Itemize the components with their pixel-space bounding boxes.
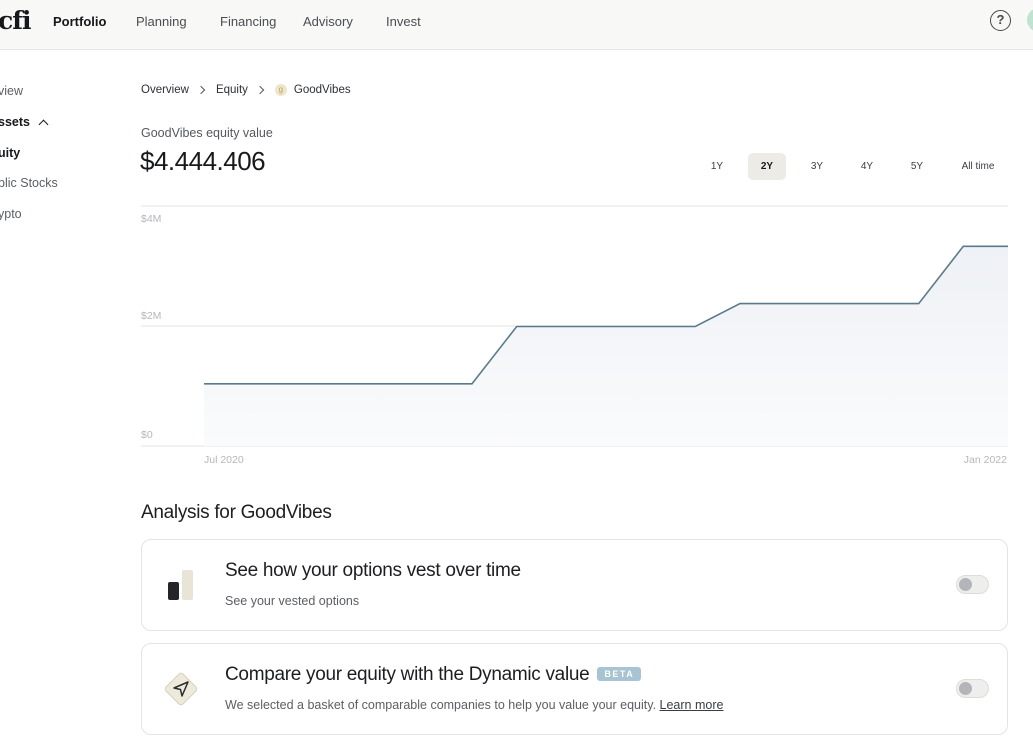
toggle-knob [959, 578, 972, 591]
analysis-section-title: Analysis for GoodVibes [141, 502, 332, 523]
vesting-bars-icon [168, 570, 193, 600]
y-tick-label: $0 [141, 429, 153, 441]
vesting-toggle[interactable] [956, 575, 989, 594]
card-title-row: Compare your equity with the Dynamic val… [225, 664, 642, 686]
card-title: See how your options vest over time [225, 560, 521, 581]
compass-diamond-icon [164, 672, 198, 706]
learn-more-link[interactable]: Learn more [660, 698, 724, 712]
card-subtitle-row: We selected a basket of comparable compa… [225, 698, 723, 712]
card-title: Compare your equity with the Dynamic val… [225, 664, 590, 685]
card-subtitle: See your vested options [225, 594, 360, 608]
analysis-card-dynamic-value[interactable]: Compare your equity with the Dynamic val… [141, 643, 1008, 735]
equity-value-chart: $4M $2M $0 Jul 2020 Jan 2022 [141, 205, 1008, 466]
y-tick-label: $2M [141, 310, 161, 322]
x-tick-label: Jul 2020 [204, 454, 244, 466]
analysis-card-vesting[interactable]: See how your options vest over time See … [141, 539, 1008, 631]
card-subtitle: We selected a basket of comparable compa… [225, 698, 657, 712]
series-area [204, 246, 1008, 446]
toggle-knob [959, 682, 972, 695]
beta-badge: BETA [597, 667, 642, 681]
y-tick-label: $4M [141, 213, 161, 225]
dynamic-value-toggle[interactable] [956, 679, 989, 698]
x-tick-label: Jan 2022 [964, 454, 1007, 466]
